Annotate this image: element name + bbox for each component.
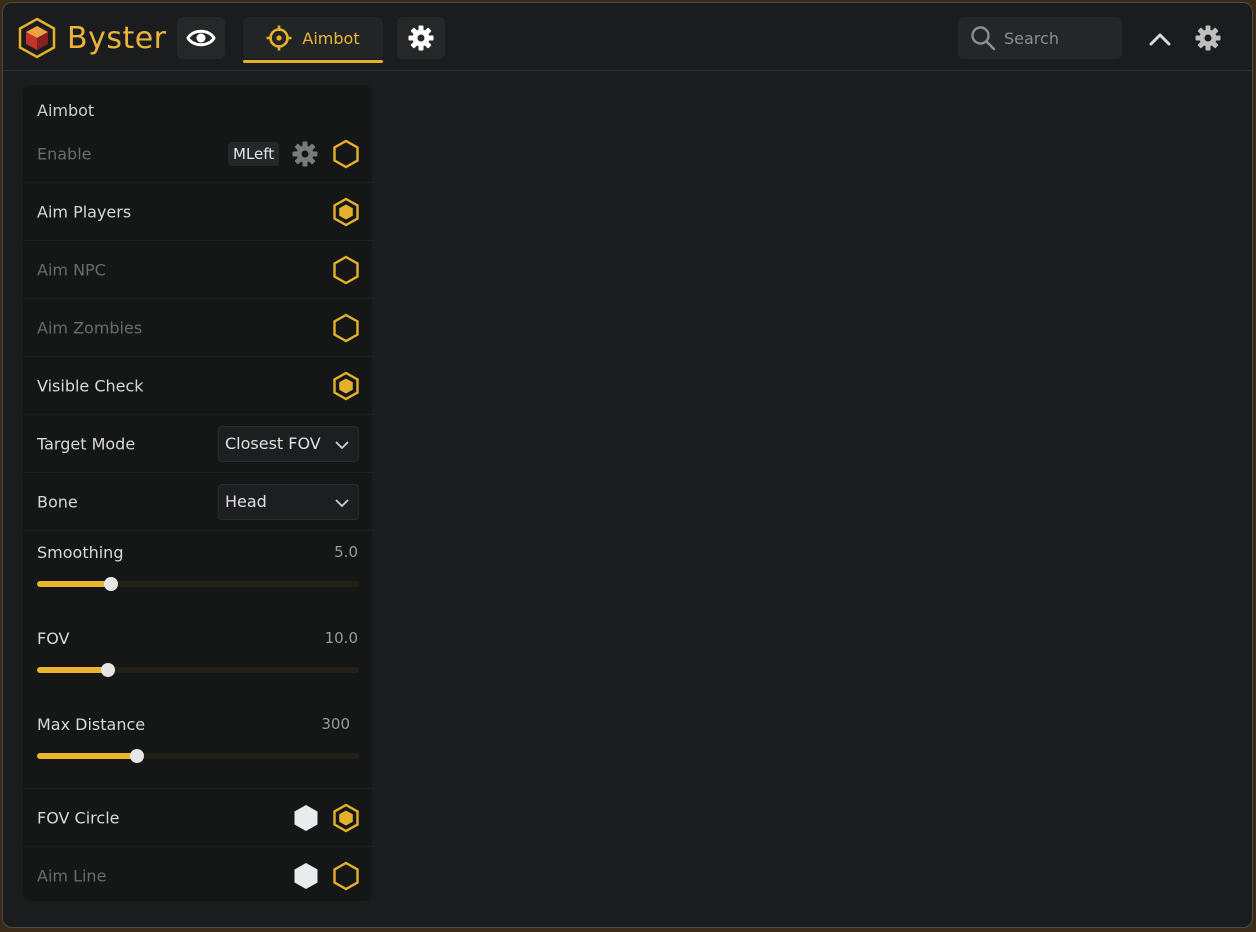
aimbot-panel: Aimbot Enable MLeft Aim Players Aim NPC … xyxy=(23,85,372,901)
eye-icon xyxy=(186,29,216,47)
enable-label: Enable xyxy=(37,144,92,163)
fov-circle-color-picker[interactable] xyxy=(291,803,321,833)
top-bar: Byster Aimbot xyxy=(3,3,1252,71)
tab-aimbot-label: Aimbot xyxy=(302,28,360,48)
aim-players-checkbox[interactable] xyxy=(331,197,361,227)
panel-title: Aimbot xyxy=(37,101,95,120)
aim-zombies-label: Aim Zombies xyxy=(37,318,143,337)
bone-select[interactable]: Head xyxy=(218,483,359,520)
tab-settings[interactable] xyxy=(397,17,445,59)
search-box[interactable] xyxy=(958,17,1122,59)
enable-checkbox[interactable] xyxy=(331,139,361,169)
aim-line-label: Aim Line xyxy=(37,866,107,886)
global-settings-button[interactable] xyxy=(1193,23,1223,53)
fov-circle-row: FOV Circle xyxy=(23,789,372,847)
fov-value: 10.0 xyxy=(324,629,358,647)
brand: Byster xyxy=(17,17,167,59)
active-tab-underline xyxy=(243,60,383,63)
chevron-down-icon xyxy=(335,440,349,449)
max-distance-slider[interactable] xyxy=(37,749,359,763)
chevron-down-icon xyxy=(335,498,349,507)
gear-icon[interactable] xyxy=(291,140,319,168)
target-mode-value: Closest FOV xyxy=(225,434,321,453)
max-distance-value: 300 xyxy=(321,715,350,733)
gear-icon xyxy=(1195,25,1221,51)
target-mode-row: Target Mode Closest FOV xyxy=(23,415,372,473)
search-icon xyxy=(971,26,996,51)
search-input[interactable] xyxy=(1004,28,1114,48)
slider-fill xyxy=(37,667,108,673)
fov-circle-checkbox[interactable] xyxy=(331,803,361,833)
crosshair-icon xyxy=(266,25,292,51)
smoothing-label: Smoothing xyxy=(37,543,124,562)
aim-npc-checkbox[interactable] xyxy=(331,255,361,285)
aim-npc-row: Aim NPC xyxy=(23,241,372,299)
slider-knob[interactable] xyxy=(104,577,119,591)
aim-zombies-checkbox[interactable] xyxy=(331,313,361,343)
byster-logo-icon xyxy=(18,17,56,59)
aim-line-row: Aim Line xyxy=(23,847,372,905)
max-distance-slider-row: Max Distance 300 xyxy=(23,703,372,789)
fov-slider-row: FOV 10.0 xyxy=(23,617,372,703)
slider-knob[interactable] xyxy=(100,663,115,677)
aim-line-color-picker[interactable] xyxy=(291,861,321,891)
aim-players-label: Aim Players xyxy=(37,202,132,221)
aim-zombies-row: Aim Zombies xyxy=(23,299,372,357)
smoothing-slider[interactable] xyxy=(37,577,359,591)
smoothing-value: 5.0 xyxy=(334,543,358,561)
tab-visuals[interactable] xyxy=(177,17,225,59)
gear-icon xyxy=(408,25,434,51)
slider-fill xyxy=(37,581,112,587)
bone-row: Bone Head xyxy=(23,473,372,531)
bone-value: Head xyxy=(225,492,267,511)
smoothing-slider-row: Smoothing 5.0 xyxy=(23,531,372,617)
target-mode-select[interactable]: Closest FOV xyxy=(218,425,359,462)
enable-row: Enable MLeft xyxy=(23,125,372,183)
aim-players-row: Aim Players xyxy=(23,183,372,241)
collapse-button[interactable] xyxy=(1145,25,1175,53)
aim-line-checkbox[interactable] xyxy=(331,861,361,891)
target-mode-label: Target Mode xyxy=(37,434,136,453)
slider-knob[interactable] xyxy=(129,749,144,763)
tab-aimbot[interactable]: Aimbot xyxy=(243,17,383,63)
max-distance-label: Max Distance xyxy=(37,715,146,734)
visible-check-checkbox[interactable] xyxy=(331,371,361,401)
visible-check-row: Visible Check xyxy=(23,357,372,415)
brand-name: Byster xyxy=(67,20,167,56)
chevron-up-icon xyxy=(1149,33,1171,46)
fov-slider[interactable] xyxy=(37,663,359,677)
visible-check-label: Visible Check xyxy=(37,376,144,395)
aim-npc-label: Aim NPC xyxy=(37,260,106,279)
keybind-button[interactable]: MLeft xyxy=(228,141,280,166)
main-window: Byster Aimbot Search Aimbot Enable MLeft… xyxy=(2,2,1253,928)
fov-label: FOV xyxy=(37,629,70,648)
fov-circle-label: FOV Circle xyxy=(37,808,120,827)
slider-fill xyxy=(37,753,137,759)
bone-label: Bone xyxy=(37,492,78,511)
